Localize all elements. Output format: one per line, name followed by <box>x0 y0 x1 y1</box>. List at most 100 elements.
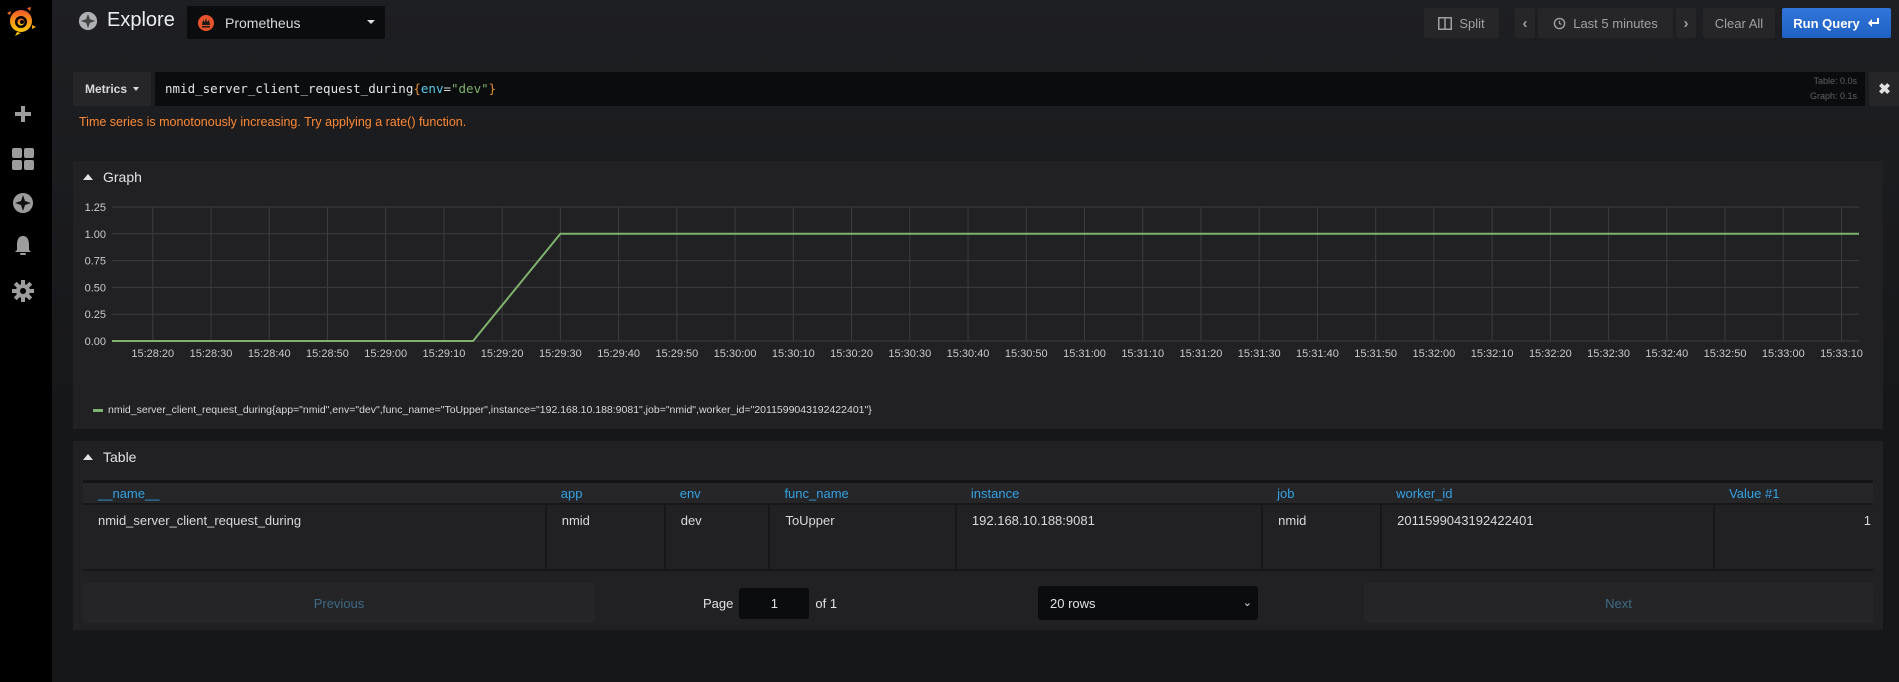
table-panel-toggle[interactable]: Table <box>83 449 136 465</box>
graph-panel-title: Graph <box>103 169 142 185</box>
previous-page-button[interactable]: Previous <box>83 583 595 623</box>
graph-legend[interactable]: nmid_server_client_request_during{app="n… <box>93 404 872 416</box>
y-tick-label: 0.25 <box>85 309 106 321</box>
x-tick-label: 15:28:50 <box>306 348 349 360</box>
chevron-down-icon <box>367 20 375 24</box>
graph-chart: 0.00 0.25 0.50 0.75 1.00 1.25 15:28:20 15:28:30… <box>85 202 1863 360</box>
table-cell: nmid <box>1262 502 1383 571</box>
table-panel: Table __name__ app env func_name instanc… <box>73 441 1883 630</box>
column-header[interactable]: app <box>545 480 665 504</box>
x-tick-label: 15:29:40 <box>597 348 640 360</box>
legend-swatch <box>93 408 103 412</box>
query-label-value: "dev" <box>451 81 489 96</box>
chevron-down-icon: ⌄ <box>1242 597 1252 609</box>
column-header[interactable]: func_name <box>769 480 956 504</box>
plus-icon[interactable] <box>10 101 36 127</box>
caret-down-icon <box>133 87 140 91</box>
columns-icon <box>1438 16 1453 30</box>
y-tick-label: 1.25 <box>85 202 106 214</box>
x-tick-label: 15:32:30 <box>1587 348 1630 360</box>
explore-toolbar: Explore Prometheus Split ‹ Last 5 minute… <box>52 0 1899 44</box>
x-tick-label: 15:33:10 <box>1820 348 1863 360</box>
x-tick-label: 15:31:20 <box>1180 348 1223 360</box>
graph-panel-toggle[interactable]: Graph <box>83 169 142 185</box>
x-tick-label: 15:31:40 <box>1296 348 1339 360</box>
y-tick-label: 0.75 <box>85 256 106 268</box>
x-tick-label: 15:31:50 <box>1354 348 1397 360</box>
grafana-logo[interactable] <box>5 5 37 37</box>
x-tick-label: 15:30:30 <box>888 348 931 360</box>
x-tick-label: 15:30:20 <box>830 348 873 360</box>
datasource-name: Prometheus <box>225 14 301 31</box>
time-back-button[interactable]: ‹ <box>1515 8 1535 38</box>
query-row: Metrics nmid_server_client_request_durin… <box>73 72 1899 106</box>
next-page-button[interactable]: Next <box>1364 583 1873 623</box>
collapse-icon <box>83 454 93 460</box>
close-icon: ✖ <box>1878 81 1891 98</box>
column-header[interactable]: instance <box>955 480 1263 504</box>
query-brace-open: { <box>413 81 421 96</box>
x-tick-label: 15:28:30 <box>190 348 233 360</box>
x-tick-label: 15:30:10 <box>772 348 815 360</box>
query-timings: Table: 0.0s Graph: 0.1s <box>1810 74 1857 104</box>
split-button[interactable]: Split <box>1424 8 1499 38</box>
column-header[interactable]: Value #1 <box>1714 480 1873 504</box>
compass-icon <box>78 11 98 30</box>
x-tick-label: 15:30:00 <box>714 348 757 360</box>
page-number-input[interactable] <box>739 587 810 619</box>
table-cell: ToUpper <box>769 502 957 571</box>
page-title-text: Explore <box>107 9 175 31</box>
timing-graph: Graph: 0.1s <box>1809 91 1857 101</box>
x-tick-label: 15:33:00 <box>1762 348 1805 360</box>
column-header[interactable]: __name__ <box>83 480 546 504</box>
compass-icon[interactable] <box>10 190 36 216</box>
clear-query-button[interactable]: ✖ <box>1869 72 1899 106</box>
table-cell: dev <box>664 502 771 571</box>
x-tick-label: 15:30:50 <box>1005 348 1048 360</box>
table-cell: 2011599043192422401 <box>1381 502 1716 571</box>
metrics-dropdown[interactable]: Metrics <box>73 72 151 106</box>
chevron-left-icon: ‹ <box>1522 14 1528 32</box>
y-tick-label: 0.50 <box>85 282 106 294</box>
column-header[interactable]: worker_id <box>1381 480 1715 504</box>
datasource-picker[interactable]: Prometheus <box>187 6 385 39</box>
x-tick-label: 15:32:20 <box>1529 348 1572 360</box>
x-tick-label: 15:32:40 <box>1645 348 1688 360</box>
bell-icon[interactable] <box>10 233 36 259</box>
clear-all-label: Clear All <box>1714 15 1764 31</box>
gear-icon[interactable] <box>10 278 36 304</box>
x-tick-label: 15:29:50 <box>655 348 698 360</box>
column-header[interactable]: job <box>1262 480 1382 504</box>
table-cell: nmid_server_client_request_during <box>83 502 547 571</box>
page-info: Page of 1 <box>703 583 837 623</box>
run-query-button[interactable]: Run Query <box>1782 8 1891 38</box>
time-range-label: Last 5 minutes <box>1573 15 1658 31</box>
clear-all-button[interactable]: Clear All <box>1703 8 1775 38</box>
page-total: of 1 <box>815 595 838 611</box>
previous-label: Previous <box>313 595 365 611</box>
x-tick-label: 15:29:00 <box>364 348 407 360</box>
x-tick-label: 15:32:10 <box>1471 348 1514 360</box>
table-cell: 192.168.10.188:9081 <box>955 502 1264 571</box>
dashboard-grid-icon[interactable] <box>10 146 36 172</box>
query-brace-close: } <box>488 81 497 96</box>
prometheus-icon <box>198 14 214 31</box>
rows-per-page-select[interactable]: 20 rows ⌄ <box>1038 586 1258 620</box>
x-tick-label: 15:28:40 <box>248 348 291 360</box>
graph-panel: Graph 0.00 0.25 0.50 0.75 1.00 1.25 15:28:20 15… <box>73 161 1883 429</box>
table-pagination: Previous Page of 1 20 rows ⌄ Next <box>83 583 1873 623</box>
page-label: Page <box>703 595 734 611</box>
x-tick-label: 15:30:40 <box>947 348 990 360</box>
split-label: Split <box>1459 15 1485 31</box>
y-tick-label: 1.00 <box>85 229 106 241</box>
query-metric: nmid_server_client_request_during <box>165 81 414 96</box>
x-tick-label: 15:31:00 <box>1063 348 1106 360</box>
sidebar <box>0 0 52 682</box>
next-label: Next <box>1605 595 1632 611</box>
time-range-picker[interactable]: Last 5 minutes <box>1538 8 1673 38</box>
table-header-row: __name__ app env func_name instance job … <box>83 480 1873 504</box>
query-field[interactable]: nmid_server_client_request_during{env="d… <box>155 72 1865 106</box>
column-header[interactable]: env <box>664 480 770 504</box>
legend-label: nmid_server_client_request_during{app="n… <box>108 404 872 416</box>
time-forward-button[interactable]: › <box>1676 8 1696 38</box>
